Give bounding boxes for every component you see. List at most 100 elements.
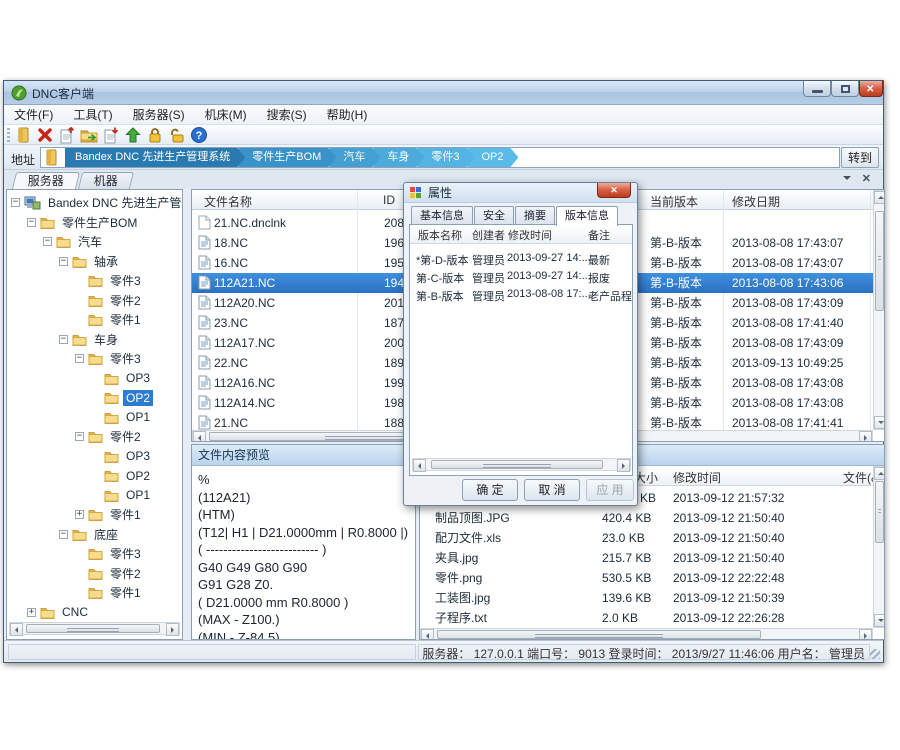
tree-item[interactable]: 零件3 <box>7 544 182 564</box>
menu-item[interactable]: 工具(T) <box>63 105 122 125</box>
tree-item[interactable]: −零件生产BOM <box>7 213 182 233</box>
scroll-left-icon[interactable] <box>413 459 426 472</box>
send-folder-icon[interactable] <box>79 126 99 144</box>
tree-item[interactable]: +零件1 <box>7 505 182 525</box>
new-folder-icon[interactable] <box>13 126 33 144</box>
column-header[interactable]: 当前版本 <box>650 193 698 210</box>
unlock-icon[interactable] <box>167 126 187 144</box>
breadcrumb-segment[interactable]: 汽车 <box>329 148 380 167</box>
tree-item[interactable]: −零件3 <box>7 349 182 369</box>
upload-arrow-icon[interactable] <box>123 126 143 144</box>
tree-item[interactable]: 零件2 <box>7 291 182 311</box>
tree-item[interactable]: 零件1 <box>7 583 182 603</box>
checkout-file-icon[interactable] <box>101 126 121 144</box>
tree-item[interactable]: −零件2 <box>7 427 182 447</box>
attachments-hscrollbar[interactable] <box>420 628 873 640</box>
tab-服务器[interactable]: 服务器 <box>12 172 80 189</box>
collapse-icon[interactable]: − <box>75 432 84 441</box>
attachment-row[interactable]: 工装图.jpg139.6 KB2013-09-12 21:50:39 <box>420 588 873 608</box>
tree-item[interactable]: −汽车 <box>7 232 182 252</box>
column-header[interactable]: 文件名称 <box>204 193 252 210</box>
breadcrumb-segment[interactable]: Bandex DNC 先进生产管理系统 <box>65 148 245 167</box>
dialog-tab-安全[interactable]: 安全 <box>474 206 514 224</box>
go-button[interactable]: 转到 <box>841 147 879 168</box>
collapse-icon[interactable]: − <box>59 530 68 539</box>
scroll-thumb[interactable] <box>875 481 884 543</box>
ok-button[interactable]: 确 定 <box>462 479 518 501</box>
breadcrumb-segment[interactable]: 零件3 <box>417 148 474 167</box>
scroll-right-icon[interactable] <box>166 623 179 636</box>
breadcrumb[interactable]: Bandex DNC 先进生产管理系统零件生产BOM汽车车身零件3OP2 <box>40 147 840 168</box>
resize-grip[interactable] <box>870 649 880 659</box>
attachment-row[interactable]: 制品顶图.JPG420.4 KB2013-09-12 21:50:40 <box>420 508 873 528</box>
menu-item[interactable]: 服务器(S) <box>123 105 195 125</box>
tree-item[interactable]: +CNC <box>7 603 182 623</box>
scroll-thumb[interactable] <box>26 624 160 633</box>
scroll-thumb[interactable] <box>875 211 884 311</box>
collapse-icon[interactable]: − <box>59 257 68 266</box>
menu-item[interactable]: 帮助(H) <box>317 105 378 125</box>
tab-机器[interactable]: 机器 <box>78 172 134 189</box>
scroll-thumb[interactable] <box>437 630 761 639</box>
scroll-left-icon[interactable] <box>193 431 206 442</box>
chevron-down-icon[interactable] <box>843 176 851 184</box>
scroll-left-icon[interactable] <box>421 629 434 640</box>
attachment-row[interactable]: 零件.png530.5 KB2013-09-12 22:22:48 <box>420 568 873 588</box>
tree-item[interactable]: 零件3 <box>7 271 182 291</box>
scroll-up-icon[interactable] <box>874 467 885 480</box>
collapse-icon[interactable]: − <box>11 198 20 207</box>
collapse-icon[interactable]: − <box>43 237 52 246</box>
tree-item[interactable]: 零件2 <box>7 564 182 584</box>
scroll-up-icon[interactable] <box>874 191 885 204</box>
dialog-hscrollbar[interactable] <box>412 458 631 471</box>
attachment-row[interactable]: 配刀文件.xls23.0 KB2013-09-12 21:50:40 <box>420 528 873 548</box>
scroll-right-icon[interactable] <box>859 629 872 640</box>
breadcrumb-segment[interactable]: OP2 <box>467 148 518 167</box>
breadcrumb-segment[interactable]: 零件生产BOM <box>238 148 336 167</box>
delete-icon[interactable] <box>35 126 55 144</box>
tree-item[interactable]: OP2 <box>7 466 182 486</box>
column-header[interactable]: 修改日期 <box>732 193 780 210</box>
dialog-tab-版本信息[interactable]: 版本信息 <box>556 206 618 226</box>
expand-icon[interactable]: + <box>75 510 84 519</box>
cancel-button[interactable]: 取 消 <box>524 479 580 501</box>
tree-item[interactable]: OP3 <box>7 447 182 467</box>
scroll-right-icon[interactable] <box>617 459 630 472</box>
toolbar-grip[interactable] <box>7 128 10 142</box>
minimize-button[interactable] <box>803 81 831 97</box>
dialog-tab-基本信息[interactable]: 基本信息 <box>411 206 473 224</box>
dialog-tab-摘要[interactable]: 摘要 <box>515 206 555 224</box>
breadcrumb-segment[interactable]: 车身 <box>373 148 424 167</box>
tree-item[interactable]: −底座 <box>7 525 182 545</box>
lock-icon[interactable] <box>145 126 165 144</box>
title-bar[interactable]: DNC客户端 ✕ <box>4 81 883 105</box>
file-list-vscrollbar[interactable] <box>873 190 885 430</box>
attachment-row[interactable]: 夹具.jpg215.7 KB2013-09-12 21:50:40 <box>420 548 873 568</box>
scroll-down-icon[interactable] <box>874 416 885 429</box>
version-row[interactable]: 第-B-版本管理员2013-08-08 17:...老产品程序 <box>410 286 632 304</box>
tree-item[interactable]: OP1 <box>7 408 182 428</box>
column-header[interactable]: 修改时间 <box>673 469 721 486</box>
expand-icon[interactable]: + <box>27 608 36 617</box>
attachment-row[interactable]: 子程序.txt2.0 KB2013-09-12 22:26:28 <box>420 608 873 628</box>
tree-item[interactable]: OP3 <box>7 369 182 389</box>
column-header[interactable]: 版本名称 <box>418 227 462 243</box>
checkin-file-icon[interactable] <box>57 126 77 144</box>
close-pane-icon[interactable]: ✕ <box>862 172 871 185</box>
column-header[interactable]: ID <box>383 193 395 207</box>
column-header[interactable]: 修改时间 <box>508 227 552 243</box>
scroll-left-icon[interactable] <box>10 623 23 636</box>
tree-item[interactable]: −车身 <box>7 330 182 350</box>
tree-item[interactable]: −Bandex DNC 先进生产管理系统 <box>7 193 182 213</box>
restore-button[interactable] <box>831 81 859 97</box>
menu-item[interactable]: 搜索(S) <box>257 105 317 125</box>
scroll-right-icon[interactable] <box>859 431 872 442</box>
tree-item[interactable]: OP2 <box>7 388 182 408</box>
dialog-close-button[interactable]: ✕ <box>597 183 631 198</box>
collapse-icon[interactable]: − <box>59 335 68 344</box>
close-button[interactable]: ✕ <box>859 81 883 97</box>
scroll-down-icon[interactable] <box>874 614 885 627</box>
menu-item[interactable]: 机床(M) <box>195 105 257 125</box>
attachments-vscrollbar[interactable] <box>873 466 885 628</box>
column-header[interactable]: 创建者 <box>472 227 505 243</box>
